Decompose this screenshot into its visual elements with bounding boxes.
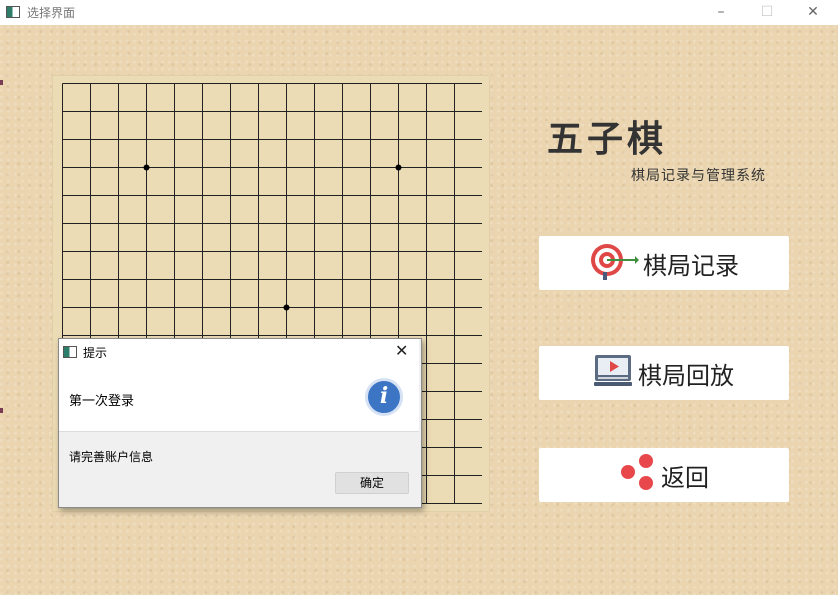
game-replay-button[interactable]: 棋局回放 xyxy=(539,346,789,400)
app-icon xyxy=(63,346,77,358)
info-icon: i xyxy=(365,378,403,416)
ok-button[interactable]: 确定 xyxy=(335,472,409,494)
back-button[interactable]: 返回 xyxy=(539,448,789,502)
dialog-title: 提示 xyxy=(83,346,108,360)
star-point xyxy=(283,304,290,311)
game-record-label: 棋局记录 xyxy=(643,251,739,280)
red-dots-icon xyxy=(619,453,657,497)
video-player-icon xyxy=(594,353,634,393)
page-subtitle: 棋局记录与管理系统 xyxy=(631,168,766,184)
edge-mark xyxy=(0,80,3,85)
edge-mark xyxy=(0,408,3,413)
close-button[interactable]: ✕ xyxy=(790,0,836,25)
star-point xyxy=(395,164,402,171)
maximize-button[interactable]: ☐ xyxy=(744,0,790,25)
star-point xyxy=(143,164,150,171)
minimize-button[interactable]: – xyxy=(698,0,744,25)
window-titlebar: 选择界面 – ☐ ✕ xyxy=(0,0,838,26)
window-title: 选择界面 xyxy=(27,6,76,20)
game-record-button[interactable]: 棋局记录 xyxy=(539,236,789,290)
back-label: 返回 xyxy=(661,463,709,492)
info-dialog: 提示 ✕ 第一次登录 i 请完善账户信息 确定 xyxy=(58,338,422,508)
page-title: 五子棋 xyxy=(547,118,668,160)
dialog-message: 第一次登录 xyxy=(69,394,135,409)
target-icon xyxy=(589,240,639,286)
dialog-body: 第一次登录 i xyxy=(59,364,419,432)
dialog-detail: 请完善账户信息 xyxy=(69,450,154,464)
app-icon xyxy=(6,6,20,18)
dialog-titlebar: 提示 ✕ xyxy=(59,339,419,364)
game-replay-label: 棋局回放 xyxy=(638,361,734,390)
dialog-close-button[interactable]: ✕ xyxy=(395,341,408,360)
